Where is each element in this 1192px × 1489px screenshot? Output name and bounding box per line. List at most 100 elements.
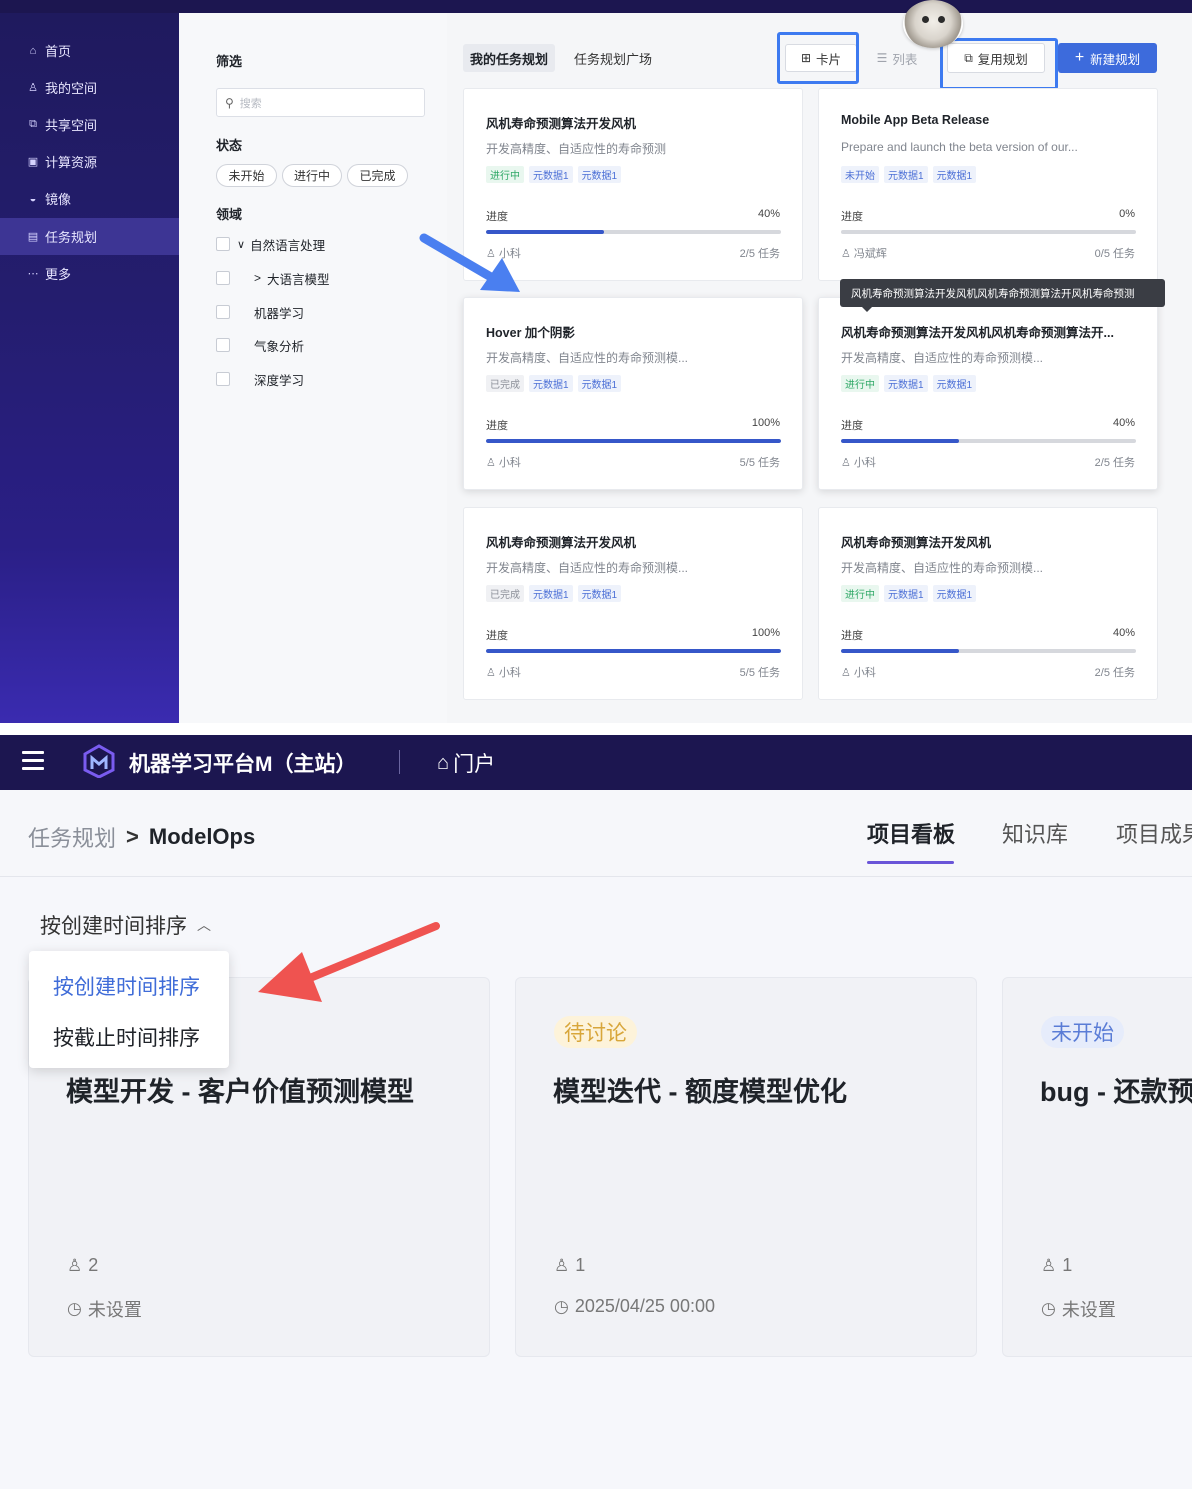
user-icon: ♙ xyxy=(486,667,499,679)
domain-checkbox[interactable] xyxy=(216,338,230,352)
sort-option-deadline[interactable]: 按截止时间排序 xyxy=(53,1022,200,1052)
new-plan-button[interactable]: + 新建规划 xyxy=(1058,43,1157,73)
progress-bar xyxy=(841,230,1136,234)
sidebar-item-image[interactable]: ◒ 镜像 xyxy=(0,180,179,217)
status-tag: 未开始 xyxy=(841,166,879,183)
sidebar-item-compute[interactable]: ▣ 计算资源 xyxy=(0,143,179,180)
status-tag: 进行中 xyxy=(841,585,879,602)
domain-item-dl[interactable]: 深度学习 xyxy=(216,370,304,388)
sidebar-item-label: 更多 xyxy=(45,267,72,282)
plan-card-title: 风机寿命预测算法开发风机风机寿命预测算法开... xyxy=(841,326,1114,340)
domain-item-llm[interactable]: > 大语言模型 xyxy=(216,269,330,287)
owner-name: 小科 xyxy=(498,457,521,469)
portal-link[interactable]: ⌂ 门户 xyxy=(437,748,495,778)
owner-name: 小科 xyxy=(498,667,521,679)
deadline-value: 2025/04/25 00:00 xyxy=(574,1296,715,1316)
portal-label: 门户 xyxy=(453,753,496,776)
domain-item-nlp[interactable]: ∨ 自然语言处理 xyxy=(216,235,325,253)
sidebar-item-home[interactable]: ⌂ 首页 xyxy=(0,32,179,69)
meta-tag: 元数据1 xyxy=(932,585,977,602)
plan-card[interactable]: 风机寿命预测算法开发风机风机寿命预测算法开... 开发高精度、自适应性的寿命预测模… xyxy=(818,297,1158,490)
app-title: 机器学习平台M（主站） xyxy=(129,753,357,776)
domain-label: 自然语言处理 xyxy=(250,238,326,253)
project-card-title: bug - 还款预 xyxy=(1040,1077,1192,1107)
meta-tag: 元数据1 xyxy=(577,375,622,392)
deadline: ◷ 未设置 xyxy=(1041,1296,1116,1322)
domain-item-ml[interactable]: 机器学习 xyxy=(216,303,304,321)
meta-tag: 元数据1 xyxy=(932,166,977,183)
task-count: 2/5 任务 xyxy=(1094,457,1135,469)
domain-label: 深度学习 xyxy=(254,373,305,388)
tab-project-board[interactable]: 项目看板 xyxy=(867,817,955,849)
user-icon: ♙ xyxy=(841,457,854,469)
plan-owner: ♙ 小科 xyxy=(486,664,521,680)
chevron-down-icon[interactable]: ∨ xyxy=(237,238,245,251)
sidebar-item-shared-space[interactable]: ⧉ 共享空间 xyxy=(0,106,179,143)
home-icon: ⌂ xyxy=(29,44,37,57)
plan-card[interactable]: Hover 加个阴影 开发高精度、自适应性的寿命预测模... 已完成 元数据1 元数据1… xyxy=(463,297,803,490)
user-icon: ♙ xyxy=(28,82,38,94)
status-tag: 进行中 xyxy=(841,375,879,392)
status-chip-in-progress[interactable]: 进行中 xyxy=(282,164,342,187)
deadline: ◷ 未设置 xyxy=(67,1296,142,1322)
breadcrumb-parent[interactable]: 任务规划 xyxy=(28,821,116,853)
sidebar-item-more[interactable]: ⋯ 更多 xyxy=(0,255,179,292)
status-chip-not-started[interactable]: 未开始 xyxy=(216,164,277,187)
project-card[interactable]: 未开始 bug - 还款预 ♙ 1 ◷ 未设置 xyxy=(1002,977,1192,1357)
avatar-eye xyxy=(938,16,945,23)
progress-label: 进度 xyxy=(841,211,863,223)
search-icon: ⚲ xyxy=(225,95,234,110)
blue-arrow-annotation xyxy=(419,233,520,292)
project-card[interactable]: 待讨论 模型迭代 - 额度模型优化 ♙ 1 ◷ 2025/04/25 00:00 xyxy=(515,977,977,1357)
sidebar-item-task-plan[interactable]: ▤ 任务规划 xyxy=(0,218,179,255)
owner-name: 小科 xyxy=(853,667,876,679)
meta-tag: 元数据1 xyxy=(577,166,622,183)
avatar[interactable] xyxy=(903,0,963,48)
progress-label: 进度 xyxy=(486,211,508,223)
domain-checkbox[interactable] xyxy=(216,372,230,386)
meta-tag: 元数据1 xyxy=(884,166,928,183)
search-input[interactable]: ⚲ 搜索 xyxy=(216,88,425,117)
plan-card-desc: 开发高精度、自适应性的寿命预测模... xyxy=(486,561,689,575)
sort-select[interactable]: 按创建时间排序 ︿ xyxy=(40,910,211,940)
plan-card[interactable]: Mobile App Beta Release Prepare and launc… xyxy=(818,88,1158,281)
plan-card-tags: 进行中 元数据1 元数据1 xyxy=(486,166,622,183)
progress-bar xyxy=(841,439,1136,443)
task-count: 2/5 任务 xyxy=(1094,667,1135,679)
chevron-right-icon[interactable]: > xyxy=(254,271,261,285)
sort-option-created[interactable]: 按创建时间排序 xyxy=(53,971,200,1001)
tab-project-results[interactable]: 项目成果 xyxy=(1116,817,1192,849)
domain-checkbox[interactable] xyxy=(216,271,230,285)
sidebar-item-label: 共享空间 xyxy=(45,118,98,133)
progress-fill xyxy=(486,439,781,443)
domain-item-weather[interactable]: 气象分析 xyxy=(216,336,304,354)
list-view-button[interactable]: ☰ 列表 xyxy=(862,44,932,72)
image-icon: ◒ xyxy=(29,192,37,205)
domain-checkbox[interactable] xyxy=(216,237,230,251)
plan-card[interactable]: 风机寿命预测算法开发风机 开发高精度、自适应性的寿命预测模... 已完成 元数据1 元数… xyxy=(463,507,803,700)
sort-label: 按创建时间排序 xyxy=(40,915,187,938)
status-badge: 未开始 xyxy=(1041,1016,1124,1048)
menu-icon[interactable] xyxy=(22,751,44,771)
tab-knowledge-base[interactable]: 知识库 xyxy=(1002,817,1068,849)
share-icon: ⧉ xyxy=(29,118,37,130)
status-chip-done[interactable]: 已完成 xyxy=(347,164,408,187)
header-divider xyxy=(399,750,400,774)
tab-my-plans[interactable]: 我的任务规划 xyxy=(463,44,555,72)
progress-value: 40% xyxy=(1112,627,1135,639)
plan-card[interactable]: 风机寿命预测算法开发风机 开发高精度、自适应性的寿命预测模... 进行中 元数据1 元数… xyxy=(818,507,1158,700)
plan-owner: ♙ 小科 xyxy=(841,664,876,680)
tab-plan-plaza[interactable]: 任务规划广场 xyxy=(565,44,661,72)
meta-tag: 元数据1 xyxy=(884,375,928,392)
user-icon: ♙ xyxy=(841,248,854,260)
sidebar-item-label: 我的空间 xyxy=(45,81,98,96)
clock-icon: ◷ xyxy=(1041,1299,1056,1318)
sidebar-item-my-space[interactable]: ♙ 我的空间 xyxy=(0,69,179,106)
progress-value: 100% xyxy=(751,417,780,429)
plan-icon: ▤ xyxy=(27,231,39,243)
domain-checkbox[interactable] xyxy=(216,305,230,319)
domain-label: 机器学习 xyxy=(254,306,305,321)
progress-value: 40% xyxy=(757,208,780,220)
progress-label: 进度 xyxy=(486,420,508,432)
status-tag: 已完成 xyxy=(486,375,524,392)
